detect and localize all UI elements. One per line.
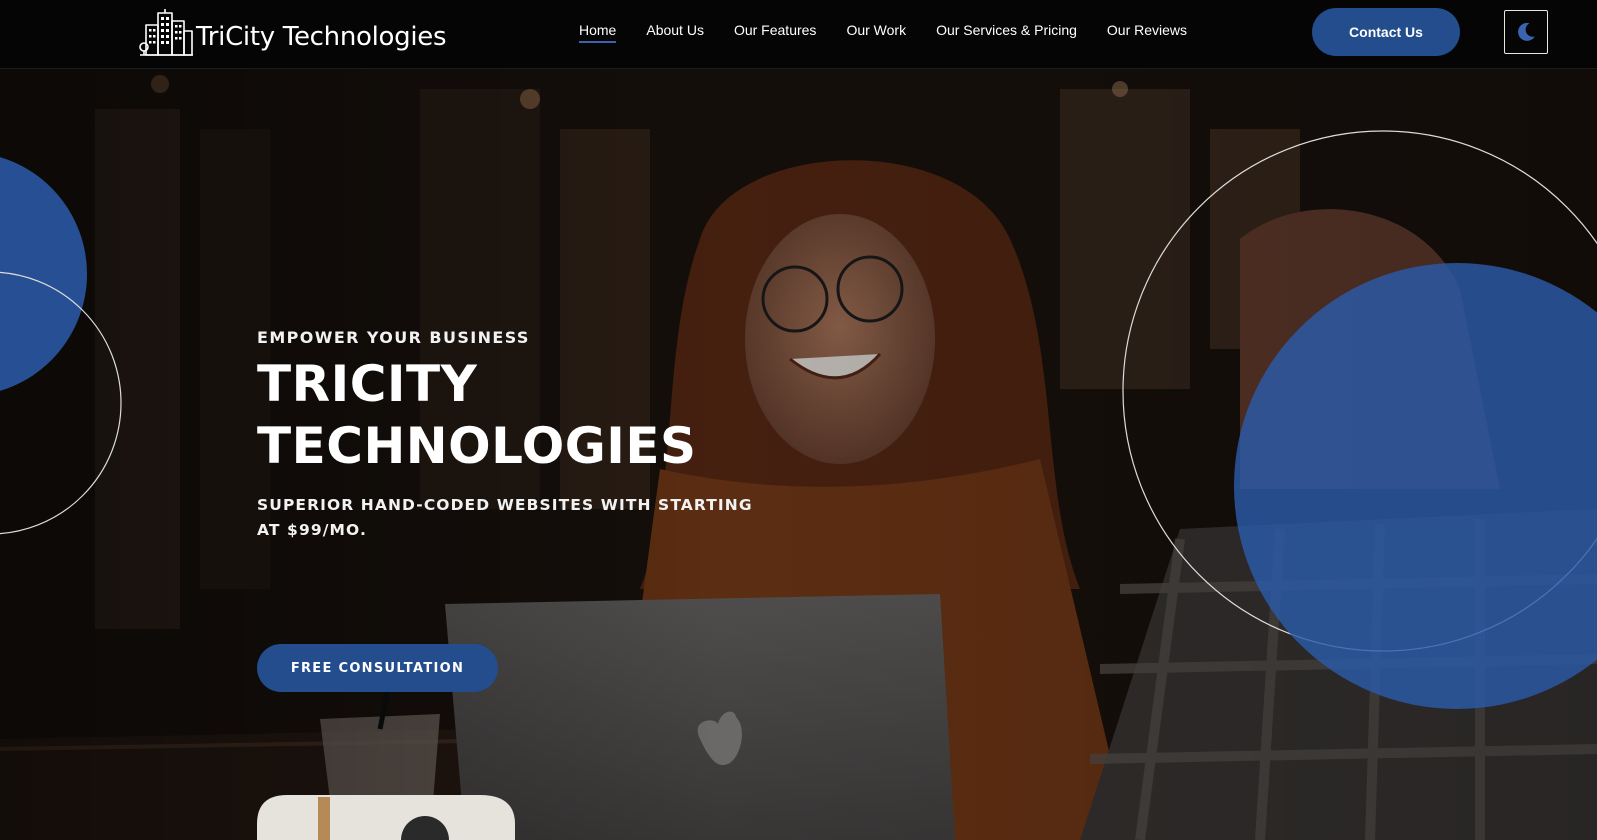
nav-about-us[interactable]: About Us xyxy=(646,22,704,44)
hero-title: TRICITY TECHNOLOGIES xyxy=(257,355,697,475)
hero-subtitle: SUPERIOR HAND-CODED WEBSITES WITH STARTI… xyxy=(257,496,753,539)
nav-services-pricing[interactable]: Our Services & Pricing xyxy=(936,22,1077,44)
hero-content: EMPOWER YOUR BUSINESS TRICITY TECHNOLOGI… xyxy=(257,328,817,543)
nav-our-work[interactable]: Our Work xyxy=(846,22,906,44)
hero-eyebrow: EMPOWER YOUR BUSINESS xyxy=(257,328,530,347)
contact-us-button[interactable]: Contact Us xyxy=(1312,8,1460,56)
theme-toggle-button[interactable] xyxy=(1504,10,1548,54)
moon-icon xyxy=(1518,22,1535,41)
nav-our-reviews[interactable]: Our Reviews xyxy=(1107,22,1187,44)
nav-our-features[interactable]: Our Features xyxy=(734,22,816,44)
main-nav: Home About Us Our Features Our Work Our … xyxy=(579,22,1217,44)
site-header: TriCity Technologies Home About Us Our F… xyxy=(0,0,1597,69)
city-buildings-icon xyxy=(139,9,193,56)
brand-logo[interactable]: TriCity Technologies xyxy=(138,5,447,61)
free-consultation-button[interactable]: FREE CONSULTATION xyxy=(257,644,498,692)
brand-name: TriCity Technologies xyxy=(196,22,447,52)
nav-home[interactable]: Home xyxy=(579,22,617,44)
hero-section: EMPOWER YOUR BUSINESS TRICITY TECHNOLOGI… xyxy=(0,69,1597,840)
